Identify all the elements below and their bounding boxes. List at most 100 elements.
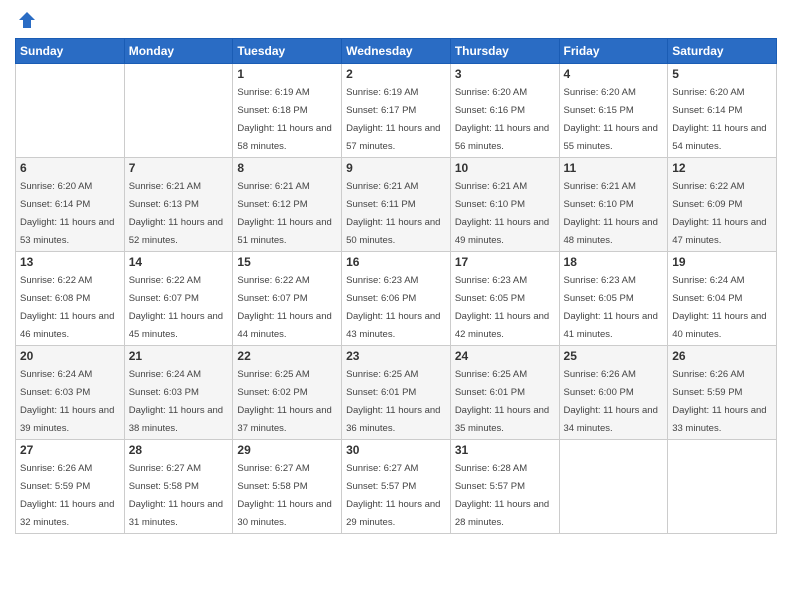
day-info: Sunrise: 6:26 AM Sunset: 6:00 PM Dayligh… [564, 369, 658, 434]
calendar-cell: 21 Sunrise: 6:24 AM Sunset: 6:03 PM Dayli… [124, 346, 233, 440]
day-number: 12 [672, 161, 772, 175]
calendar-cell: 7 Sunrise: 6:21 AM Sunset: 6:13 PM Daylig… [124, 158, 233, 252]
calendar-cell: 8 Sunrise: 6:21 AM Sunset: 6:12 PM Daylig… [233, 158, 342, 252]
day-number: 13 [20, 255, 120, 269]
day-number: 29 [237, 443, 337, 457]
day-number: 6 [20, 161, 120, 175]
day-number: 5 [672, 67, 772, 81]
day-number: 10 [455, 161, 555, 175]
day-number: 1 [237, 67, 337, 81]
day-of-week-header: Monday [124, 39, 233, 64]
calendar-cell: 24 Sunrise: 6:25 AM Sunset: 6:01 PM Dayli… [450, 346, 559, 440]
calendar-cell [559, 440, 668, 534]
calendar-cell: 27Sunrise: 6:26 AM Sunset: 5:59 PM Dayli… [16, 440, 125, 534]
calendar-cell: 2 Sunrise: 6:19 AM Sunset: 6:17 PM Daylig… [342, 64, 451, 158]
calendar-cell: 26 Sunrise: 6:26 AM Sunset: 5:59 PM Dayli… [668, 346, 777, 440]
day-number: 15 [237, 255, 337, 269]
day-number: 23 [346, 349, 446, 363]
day-number: 26 [672, 349, 772, 363]
day-info: Sunrise: 6:19 AM Sunset: 6:18 PM Dayligh… [237, 87, 331, 152]
day-info: Sunrise: 6:25 AM Sunset: 6:02 PM Dayligh… [237, 369, 331, 434]
day-number: 24 [455, 349, 555, 363]
day-info: Sunrise: 6:27 AM Sunset: 5:57 PM Dayligh… [346, 463, 440, 528]
calendar-cell: 11Sunrise: 6:21 AM Sunset: 6:10 PM Dayli… [559, 158, 668, 252]
day-info: Sunrise: 6:21 AM Sunset: 6:11 PM Dayligh… [346, 181, 440, 246]
page: SundayMondayTuesdayWednesdayThursdayFrid… [0, 0, 792, 612]
day-info: Sunrise: 6:24 AM Sunset: 6:03 PM Dayligh… [20, 369, 114, 434]
calendar-cell: 4 Sunrise: 6:20 AM Sunset: 6:15 PM Daylig… [559, 64, 668, 158]
day-number: 8 [237, 161, 337, 175]
day-of-week-header: Thursday [450, 39, 559, 64]
day-number: 21 [129, 349, 229, 363]
calendar-cell: 12 Sunrise: 6:22 AM Sunset: 6:09 PM Dayli… [668, 158, 777, 252]
calendar-cell: 13Sunrise: 6:22 AM Sunset: 6:08 PM Dayli… [16, 252, 125, 346]
calendar-cell: 9 Sunrise: 6:21 AM Sunset: 6:11 PM Daylig… [342, 158, 451, 252]
calendar-cell: 16 Sunrise: 6:23 AM Sunset: 6:06 PM Dayli… [342, 252, 451, 346]
calendar-cell [124, 64, 233, 158]
day-of-week-header: Friday [559, 39, 668, 64]
calendar-cell: 18Sunrise: 6:23 AM Sunset: 6:05 PM Dayli… [559, 252, 668, 346]
day-number: 2 [346, 67, 446, 81]
day-number: 9 [346, 161, 446, 175]
day-number: 4 [564, 67, 664, 81]
day-info: Sunrise: 6:20 AM Sunset: 6:15 PM Dayligh… [564, 87, 658, 152]
day-number: 3 [455, 67, 555, 81]
calendar-cell: 19 Sunrise: 6:24 AM Sunset: 6:04 PM Dayli… [668, 252, 777, 346]
day-number: 7 [129, 161, 229, 175]
day-number: 25 [564, 349, 664, 363]
logo [15, 10, 37, 30]
calendar-cell: 5 Sunrise: 6:20 AM Sunset: 6:14 PM Daylig… [668, 64, 777, 158]
calendar-cell [668, 440, 777, 534]
calendar-cell: 22 Sunrise: 6:25 AM Sunset: 6:02 PM Dayli… [233, 346, 342, 440]
day-number: 16 [346, 255, 446, 269]
day-info: Sunrise: 6:22 AM Sunset: 6:07 PM Dayligh… [129, 275, 223, 340]
day-info: Sunrise: 6:25 AM Sunset: 6:01 PM Dayligh… [346, 369, 440, 434]
day-number: 17 [455, 255, 555, 269]
day-number: 27 [20, 443, 120, 457]
day-info: Sunrise: 6:24 AM Sunset: 6:03 PM Dayligh… [129, 369, 223, 434]
day-number: 22 [237, 349, 337, 363]
day-number: 30 [346, 443, 446, 457]
day-info: Sunrise: 6:23 AM Sunset: 6:05 PM Dayligh… [455, 275, 549, 340]
day-info: Sunrise: 6:19 AM Sunset: 6:17 PM Dayligh… [346, 87, 440, 152]
day-info: Sunrise: 6:22 AM Sunset: 6:07 PM Dayligh… [237, 275, 331, 340]
calendar-cell: 30 Sunrise: 6:27 AM Sunset: 5:57 PM Dayli… [342, 440, 451, 534]
logo-icon [17, 10, 37, 30]
calendar-week-row: 20 Sunrise: 6:24 AM Sunset: 6:03 PM Dayli… [16, 346, 777, 440]
calendar-cell: 25 Sunrise: 6:26 AM Sunset: 6:00 PM Dayli… [559, 346, 668, 440]
day-of-week-header: Saturday [668, 39, 777, 64]
day-number: 31 [455, 443, 555, 457]
calendar-cell: 20 Sunrise: 6:24 AM Sunset: 6:03 PM Dayli… [16, 346, 125, 440]
day-number: 19 [672, 255, 772, 269]
calendar: SundayMondayTuesdayWednesdayThursdayFrid… [15, 38, 777, 534]
calendar-cell: 29 Sunrise: 6:27 AM Sunset: 5:58 PM Dayli… [233, 440, 342, 534]
day-info: Sunrise: 6:21 AM Sunset: 6:13 PM Dayligh… [129, 181, 223, 246]
day-info: Sunrise: 6:25 AM Sunset: 6:01 PM Dayligh… [455, 369, 549, 434]
calendar-week-row: 6 Sunrise: 6:20 AM Sunset: 6:14 PM Daylig… [16, 158, 777, 252]
day-info: Sunrise: 6:23 AM Sunset: 6:05 PM Dayligh… [564, 275, 658, 340]
calendar-cell [16, 64, 125, 158]
calendar-cell: 15 Sunrise: 6:22 AM Sunset: 6:07 PM Dayli… [233, 252, 342, 346]
day-of-week-header: Tuesday [233, 39, 342, 64]
day-info: Sunrise: 6:22 AM Sunset: 6:09 PM Dayligh… [672, 181, 766, 246]
day-info: Sunrise: 6:26 AM Sunset: 5:59 PM Dayligh… [672, 369, 766, 434]
calendar-cell: 31Sunrise: 6:28 AM Sunset: 5:57 PM Dayli… [450, 440, 559, 534]
day-number: 20 [20, 349, 120, 363]
day-info: Sunrise: 6:20 AM Sunset: 6:14 PM Dayligh… [672, 87, 766, 152]
calendar-header-row: SundayMondayTuesdayWednesdayThursdayFrid… [16, 39, 777, 64]
day-info: Sunrise: 6:20 AM Sunset: 6:16 PM Dayligh… [455, 87, 549, 152]
calendar-cell: 28Sunrise: 6:27 AM Sunset: 5:58 PM Dayli… [124, 440, 233, 534]
calendar-week-row: 1 Sunrise: 6:19 AM Sunset: 6:18 PM Daylig… [16, 64, 777, 158]
day-number: 28 [129, 443, 229, 457]
day-info: Sunrise: 6:20 AM Sunset: 6:14 PM Dayligh… [20, 181, 114, 246]
day-info: Sunrise: 6:23 AM Sunset: 6:06 PM Dayligh… [346, 275, 440, 340]
calendar-cell: 10 Sunrise: 6:21 AM Sunset: 6:10 PM Dayli… [450, 158, 559, 252]
day-info: Sunrise: 6:21 AM Sunset: 6:10 PM Dayligh… [455, 181, 549, 246]
day-of-week-header: Sunday [16, 39, 125, 64]
calendar-week-row: 13Sunrise: 6:22 AM Sunset: 6:08 PM Dayli… [16, 252, 777, 346]
day-info: Sunrise: 6:27 AM Sunset: 5:58 PM Dayligh… [237, 463, 331, 528]
day-info: Sunrise: 6:21 AM Sunset: 6:12 PM Dayligh… [237, 181, 331, 246]
day-of-week-header: Wednesday [342, 39, 451, 64]
day-number: 11 [564, 161, 664, 175]
day-info: Sunrise: 6:24 AM Sunset: 6:04 PM Dayligh… [672, 275, 766, 340]
